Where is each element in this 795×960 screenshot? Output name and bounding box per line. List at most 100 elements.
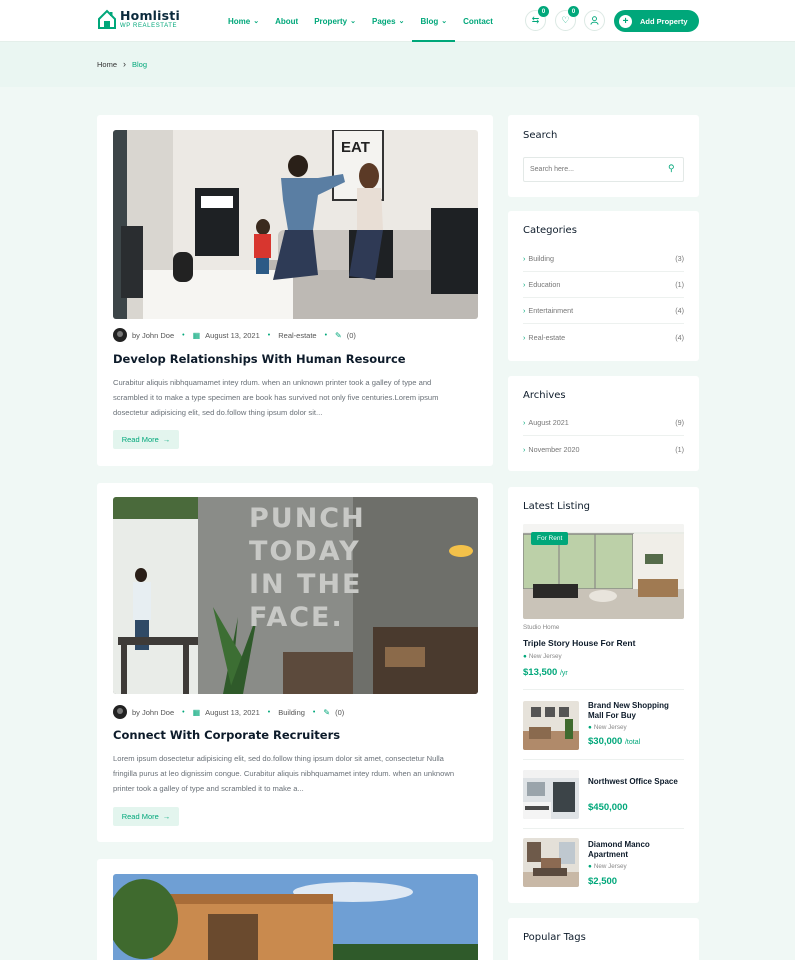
post-comments[interactable]: (0): [347, 331, 356, 340]
category-name: Building: [528, 254, 554, 263]
nav-about[interactable]: About: [267, 0, 306, 42]
divider: [523, 689, 684, 690]
divider: [523, 828, 684, 829]
read-more-button[interactable]: Read More →: [113, 430, 179, 449]
category-item[interactable]: › Real-estate (4): [523, 324, 684, 350]
category-count: (4): [675, 306, 684, 315]
category-item[interactable]: › Education (1): [523, 272, 684, 298]
archive-item[interactable]: › November 2020 (1): [523, 436, 684, 462]
post-category[interactable]: Real-estate: [278, 331, 316, 340]
featured-listing-title[interactable]: Triple Story House For Rent: [523, 638, 635, 648]
nav-pages-label: Pages: [372, 16, 396, 26]
categories-widget: Categories › Building (3) › Education (1) › E…: [508, 211, 699, 361]
user-icon: [590, 16, 599, 25]
listing-location-text: New Jersey: [528, 653, 562, 660]
latest-listing-title: Latest Listing: [523, 501, 591, 512]
category-name: Entertainment: [528, 306, 574, 315]
archives-title: Archives: [523, 390, 566, 401]
chevron-right-icon: ›: [123, 59, 127, 69]
archive-count: (9): [675, 418, 684, 427]
search-widget-title: Search: [523, 130, 558, 141]
listing-price: $30,000 /total: [588, 736, 640, 747]
image-text-line-1: PUNCH: [249, 503, 366, 534]
post-image[interactable]: [113, 874, 478, 960]
search-icon[interactable]: ⚲: [668, 163, 691, 174]
add-property-label: Add Property: [640, 16, 688, 26]
category-count: (1): [675, 280, 684, 289]
archive-item[interactable]: › August 2021 (9): [523, 410, 684, 436]
map-pin-icon: ●: [588, 724, 592, 731]
arrow-right-icon: →: [162, 812, 171, 821]
nav-blog[interactable]: Blog ⌄: [412, 0, 455, 42]
meta-separator: •: [182, 708, 185, 716]
categories-title: Categories: [523, 225, 577, 236]
latest-listing-widget: Latest Listing For Rent Studio Home Trip…: [508, 487, 699, 903]
calendar-icon: ▦: [192, 707, 201, 717]
post-meta: by John Doe • ▦ August 13, 2021 • Buildi…: [113, 705, 344, 719]
listing-title[interactable]: Northwest Office Space: [588, 777, 683, 787]
chevron-down-icon: ⌄: [253, 17, 260, 25]
post-image[interactable]: PUNCH TODAY IN THE FACE.: [113, 497, 478, 694]
author-avatar: [113, 328, 127, 342]
listing-price: $13,500 /yr: [523, 667, 568, 678]
listing-thumb[interactable]: [523, 838, 579, 887]
read-more-button[interactable]: Read More →: [113, 807, 179, 826]
bullet-icon: ›: [523, 418, 526, 427]
search-input[interactable]: Search here...: [523, 157, 684, 182]
post-title[interactable]: Develop Relationships With Human Resourc…: [113, 352, 406, 366]
listing-location-text: New Jersey: [593, 863, 627, 870]
post-meta: by John Doe • ▦ August 13, 2021 • Real-e…: [113, 328, 356, 342]
listing-title[interactable]: Brand New Shopping Mall For Buy: [588, 701, 683, 721]
post-author[interactable]: by John Doe: [132, 331, 174, 340]
nav-pages[interactable]: Pages ⌄: [364, 0, 412, 42]
nav-contact-label: Contact: [463, 16, 493, 26]
bullet-icon: ›: [523, 280, 526, 289]
meta-separator: •: [182, 331, 185, 339]
post-comments[interactable]: (0): [335, 708, 344, 717]
calendar-icon: ▦: [192, 330, 201, 340]
plus-icon: +: [619, 14, 632, 28]
post-category[interactable]: Building: [278, 708, 305, 717]
add-property-button[interactable]: + Add Property: [614, 10, 699, 32]
listing-location: ● New Jersey: [588, 724, 627, 731]
listing-location: ● New Jersey: [523, 653, 562, 660]
nav-home[interactable]: Home ⌄: [220, 0, 267, 42]
compare-button[interactable]: ⇆ 0: [525, 6, 549, 31]
meta-separator: •: [324, 331, 328, 339]
archives-widget: Archives › August 2021 (9) › November 2020(…: [508, 376, 699, 471]
arrow-right-icon: →: [162, 435, 171, 444]
popular-tags-widget: Popular Tags: [508, 918, 699, 960]
svg-text:EAT: EAT: [341, 139, 370, 156]
listing-title[interactable]: Diamond Manco Apartment: [588, 840, 683, 860]
account-button[interactable]: [584, 10, 605, 31]
archive-count: (1): [675, 444, 684, 454]
favorites-button[interactable]: ♡ 0: [555, 6, 579, 31]
site-logo[interactable]: Homlisti WP REALESTATE: [97, 9, 180, 30]
bullet-icon: ›: [523, 332, 526, 342]
main-nav: Home ⌄ About Property ⌄ Pages ⌄ Blog ⌄ Conta…: [220, 0, 501, 42]
nav-contact[interactable]: Contact: [455, 0, 501, 42]
nav-property[interactable]: Property ⌄: [306, 0, 364, 42]
comments-icon: ✎: [323, 707, 331, 717]
listing-thumb[interactable]: [523, 770, 579, 819]
listing-price: $2,500: [588, 876, 617, 887]
compare-icon: ⇆: [531, 15, 540, 25]
listing-price-value: $30,000: [588, 736, 623, 747]
map-pin-icon: ●: [523, 653, 527, 660]
post-excerpt: Curabitur aliquis nibhquamamet intey rdu…: [113, 378, 439, 417]
listing-thumb[interactable]: [523, 701, 579, 750]
post-title[interactable]: Connect With Corporate Recruiters: [113, 728, 340, 742]
meta-separator: •: [267, 331, 271, 339]
listing-price-period: /total: [624, 739, 641, 746]
post-image[interactable]: EAT: [113, 130, 478, 319]
category-item[interactable]: › Entertainment (4): [523, 298, 684, 324]
breadcrumb-current: Blog: [132, 59, 148, 69]
listing-price-value: $13,500: [523, 667, 558, 678]
breadcrumb: Home › Blog: [97, 59, 147, 69]
category-item[interactable]: › Building (3): [523, 246, 684, 272]
post-author[interactable]: by John Doe: [132, 708, 174, 717]
listing-location: ● New Jersey: [588, 863, 627, 870]
breadcrumb-home[interactable]: Home: [97, 60, 117, 69]
compare-count-badge: 0: [538, 6, 549, 17]
listing-price: $450,000: [588, 802, 628, 813]
